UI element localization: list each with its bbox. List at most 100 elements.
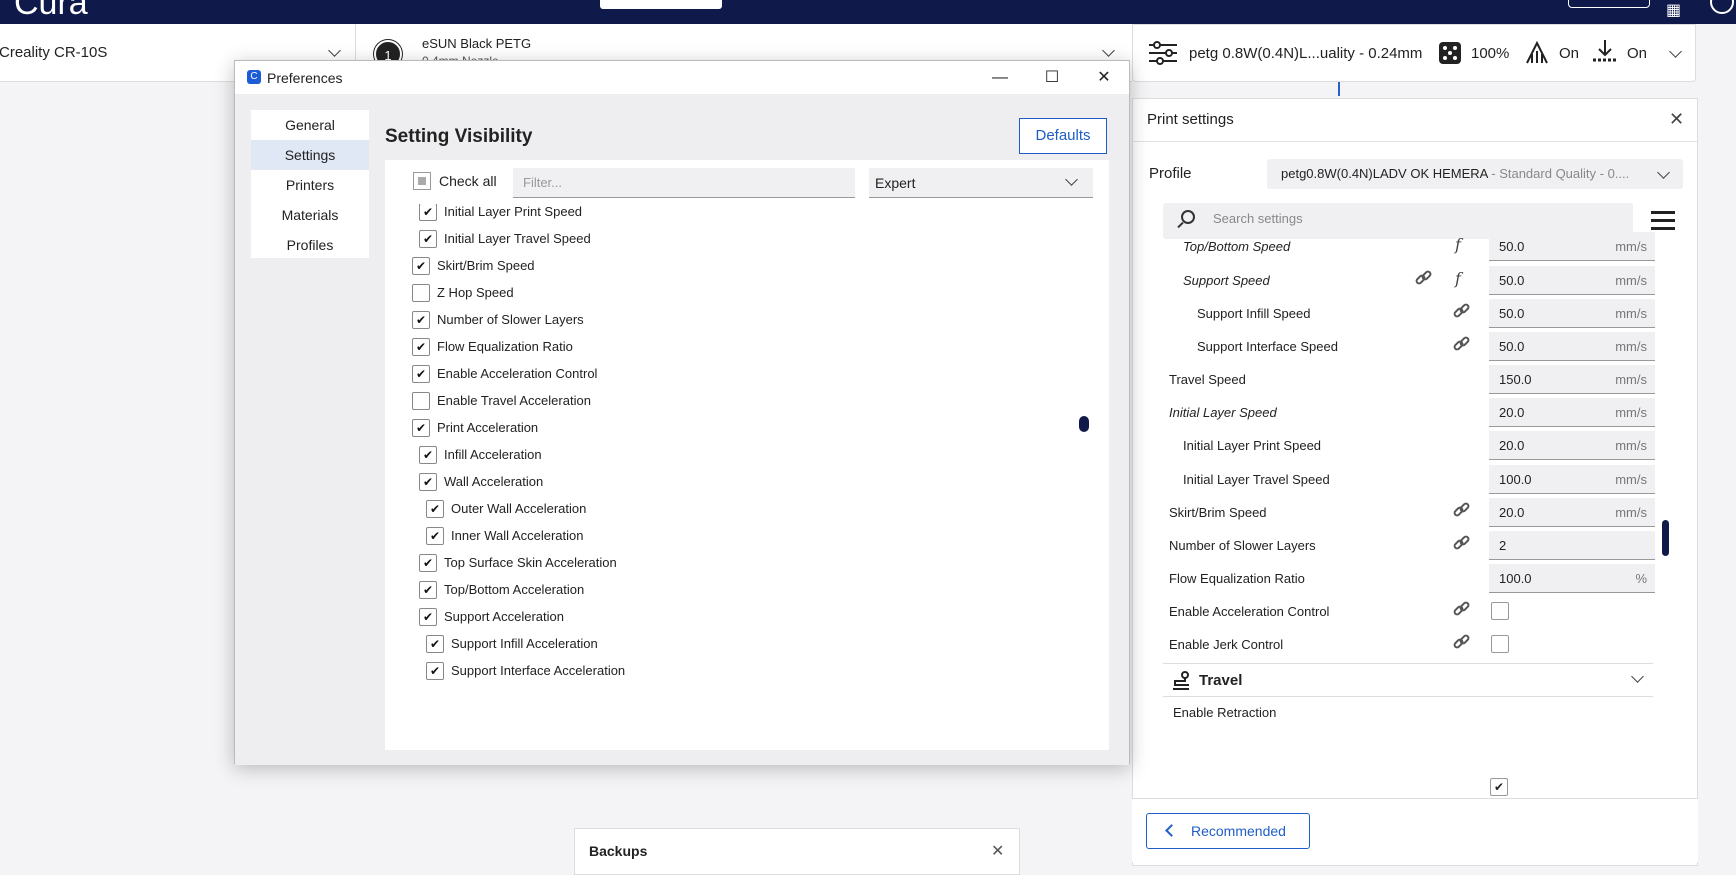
menu-icon[interactable] — [1651, 211, 1675, 231]
connector-line — [1338, 82, 1340, 96]
link-icon — [1452, 501, 1471, 518]
setting-value-field[interactable]: 2 — [1489, 531, 1655, 560]
adhesion-value: On — [1627, 45, 1648, 62]
marketplace-button[interactable] — [1568, 0, 1650, 8]
enable-retraction-checkbox[interactable]: ✔ — [1490, 778, 1508, 796]
nav-item-materials[interactable]: Materials — [251, 200, 369, 230]
setting-label: Support Infill Speed — [1197, 306, 1311, 321]
link-icon — [1452, 335, 1471, 352]
profile-name: petg0.8W(0.4N)LADV OK HEMERA — [1281, 166, 1488, 181]
setting-label: Support Speed — [1183, 273, 1270, 288]
setting-checkbox[interactable] — [1491, 635, 1509, 653]
visibility-checkbox[interactable] — [412, 392, 430, 410]
visibility-list: ✔ Initial Layer Print Speed ✔ Initial Layer… — [385, 204, 1109, 750]
defaults-button[interactable]: Defaults — [1019, 118, 1107, 154]
setting-row: Enable Acceleration Control — [1133, 596, 1653, 626]
setting-label: Initial Layer Print Speed — [1183, 438, 1322, 453]
setting-unit: mm/s — [1615, 405, 1647, 420]
nav-item-general[interactable]: General — [251, 110, 369, 140]
link-icon — [1452, 633, 1471, 650]
setting-value-field[interactable]: 100.0 mm/s — [1489, 465, 1655, 494]
visibility-label: Top/Bottom Acceleration — [444, 582, 585, 597]
setting-label: Travel Speed — [1169, 372, 1246, 387]
setting-checkbox[interactable] — [1491, 602, 1509, 620]
setting-row: Initial Layer Print Speed 20.0 mm/s — [1133, 430, 1655, 460]
visibility-checkbox[interactable]: ✔ — [412, 338, 430, 356]
setting-value-field[interactable]: 20.0 mm/s — [1489, 431, 1655, 460]
setting-row: Flow Equalization Ratio 100.0% — [1133, 563, 1655, 593]
search-input[interactable] — [1213, 211, 1593, 226]
visibility-label: Top Surface Skin Acceleration — [444, 555, 617, 570]
check-all-label: Check all — [439, 173, 497, 189]
visibility-checkbox[interactable]: ✔ — [412, 311, 430, 329]
enable-retraction-label: Enable Retraction — [1173, 705, 1277, 720]
setting-value: 50.0 — [1499, 339, 1525, 354]
setting-label: Initial Layer Speed — [1169, 405, 1277, 420]
visibility-checkbox[interactable]: ✔ — [419, 554, 437, 572]
close-icon[interactable]: ✕ — [1669, 109, 1684, 130]
visibility-checkbox[interactable]: ✔ — [419, 204, 437, 221]
nav-item-settings[interactable]: Settings — [251, 140, 369, 170]
close-icon[interactable]: ✕ — [1081, 65, 1127, 91]
setting-value-field[interactable]: 20.0 mm/s — [1489, 498, 1655, 527]
setting-value-field[interactable]: 50.0 mm/s — [1489, 232, 1655, 261]
profile-summary: petg 0.8W(0.4N)L...uality - 0.24mm — [1189, 45, 1423, 62]
setting-value-field[interactable]: 150.0 mm/s — [1489, 365, 1655, 394]
visibility-checkbox[interactable] — [412, 284, 430, 302]
profile-dropdown[interactable]: petg0.8W(0.4N)LADV OK HEMERA - Standard … — [1267, 159, 1683, 189]
visibility-checkbox[interactable]: ✔ — [412, 365, 430, 383]
check-all-checkbox[interactable] — [413, 172, 431, 190]
setting-row: Initial Layer Travel Speed 100.0 mm/s — [1133, 464, 1655, 494]
visibility-checkbox[interactable]: ✔ — [419, 608, 437, 626]
visibility-label: Support Infill Acceleration — [451, 636, 598, 651]
maximize-icon[interactable]: ☐ — [1029, 65, 1075, 91]
visibility-checkbox[interactable]: ✔ — [419, 446, 437, 464]
visibility-checkbox[interactable]: ✔ — [426, 662, 444, 680]
minimize-icon[interactable]: — — [977, 65, 1023, 91]
visibility-label: Number of Slower Layers — [437, 312, 584, 327]
filter-input[interactable] — [523, 175, 843, 190]
visibility-checkbox[interactable]: ✔ — [426, 635, 444, 653]
visibility-checkbox[interactable]: ✔ — [419, 230, 437, 248]
setting-value-field[interactable]: 50.0 mm/s — [1489, 266, 1655, 295]
visibility-level-dropdown[interactable]: Expert — [869, 168, 1093, 198]
visibility-label: Inner Wall Acceleration — [451, 528, 584, 543]
setting-value-field[interactable]: 50.0 mm/s — [1489, 332, 1655, 361]
close-icon[interactable]: ✕ — [991, 841, 1004, 861]
setting-label: Enable Acceleration Control — [1169, 604, 1330, 619]
link-icon — [1452, 302, 1471, 319]
account-icon[interactable] — [1710, 0, 1734, 14]
setting-value-field[interactable]: 100.0% — [1489, 564, 1655, 593]
visibility-checkbox[interactable]: ✔ — [426, 500, 444, 518]
list-scrollbar[interactable] — [1079, 416, 1089, 432]
panel-scrollbar[interactable] — [1662, 520, 1669, 556]
setting-value: 100.0 — [1499, 472, 1532, 487]
filter-field[interactable] — [513, 168, 855, 198]
visibility-label: Skirt/Brim Speed — [437, 258, 535, 273]
chevron-left-icon — [1165, 824, 1178, 837]
setting-unit: mm/s — [1615, 472, 1647, 487]
setting-value-field[interactable]: 20.0 mm/s — [1489, 398, 1655, 427]
setting-value-field[interactable]: 50.0 mm/s — [1489, 299, 1655, 328]
visibility-checkbox[interactable]: ✔ — [426, 527, 444, 545]
visibility-checkbox[interactable]: ✔ — [419, 581, 437, 599]
setting-value: 2 — [1499, 538, 1507, 553]
profile-label: Profile — [1149, 165, 1192, 182]
nav-item-printers[interactable]: Printers — [251, 170, 369, 200]
nav-item-profiles[interactable]: Profiles — [251, 230, 369, 260]
travel-section-header[interactable]: Travel — [1163, 663, 1653, 697]
recommended-button[interactable]: Recommended — [1146, 813, 1310, 849]
print-setup-selector[interactable]: petg 0.8W(0.4N)L...uality - 0.24mm 100% … — [1132, 24, 1696, 82]
apps-icon[interactable]: ▦ — [1666, 0, 1681, 20]
setting-row: Skirt/Brim Speed 20.0 mm/s — [1133, 497, 1655, 527]
chevron-down-icon — [1669, 45, 1682, 58]
setting-unit: mm/s — [1615, 505, 1647, 520]
visibility-checkbox[interactable]: ✔ — [419, 473, 437, 491]
recommended-label: Recommended — [1191, 823, 1286, 839]
visibility-checkbox[interactable]: ✔ — [412, 257, 430, 275]
visibility-checkbox[interactable]: ✔ — [412, 419, 430, 437]
setting-label: Support Interface Speed — [1197, 339, 1338, 354]
stage-tab-button[interactable] — [600, 0, 722, 9]
panel-footer: Recommended — [1132, 798, 1698, 862]
backups-popup: Backups ✕ — [574, 828, 1020, 875]
